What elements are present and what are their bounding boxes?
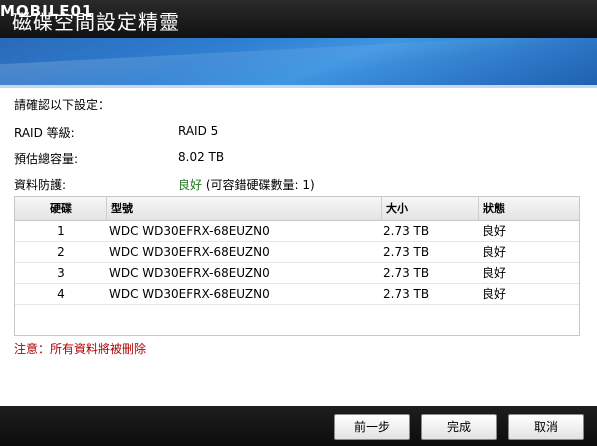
table-row[interactable]: 3 WDC WD30EFRX-68EUZN0 2.73 TB 良好 xyxy=(15,263,579,284)
header-disk: 硬碟 xyxy=(50,202,72,215)
confirm-heading: 請確認以下設定： xyxy=(14,98,111,112)
capacity-label: 預估總容量: xyxy=(14,152,79,166)
disk-size: 2.73 TB xyxy=(383,287,430,301)
finish-button[interactable]: 完成 xyxy=(421,414,497,440)
disk-number: 4 xyxy=(57,287,65,301)
protection-label: 資料防護: xyxy=(14,178,67,192)
disk-model: WDC WD30EFRX-68EUZN0 xyxy=(109,245,270,259)
disk-status: 良好 xyxy=(482,287,507,301)
disk-model: WDC WD30EFRX-68EUZN0 xyxy=(109,287,270,301)
disk-number: 3 xyxy=(57,266,65,280)
disk-size: 2.73 TB xyxy=(383,245,430,259)
disk-table: 硬碟 型號 大小 狀態 1 WDC WD30EFRX-68EUZN0 2.73 … xyxy=(14,196,580,336)
header-banner xyxy=(0,38,597,88)
capacity-value: 8.02 TB xyxy=(178,150,225,164)
disk-model: WDC WD30EFRX-68EUZN0 xyxy=(109,224,270,238)
table-row[interactable]: 1 WDC WD30EFRX-68EUZN0 2.73 TB 良好 xyxy=(15,221,579,242)
disk-size: 2.73 TB xyxy=(383,224,430,238)
header-size: 大小 xyxy=(381,197,480,220)
disk-number: 2 xyxy=(57,245,65,259)
disk-number: 1 xyxy=(57,224,65,238)
disk-status: 良好 xyxy=(482,266,507,280)
watermark-logo: MOBILE01 xyxy=(0,2,94,20)
title-bar: 磁碟空間設定精靈 MOBILE01 xyxy=(0,0,597,38)
back-button[interactable]: 前一步 xyxy=(334,414,410,440)
raid-level-label: RAID 等級: xyxy=(14,126,75,140)
data-deletion-warning: 注意：所有資料將被刪除 xyxy=(14,342,147,356)
table-row[interactable]: 2 WDC WD30EFRX-68EUZN0 2.73 TB 良好 xyxy=(15,242,579,263)
table-header: 硬碟 型號 大小 狀態 xyxy=(15,197,579,221)
disk-size: 2.73 TB xyxy=(383,266,430,280)
protection-status: 良好 xyxy=(178,178,203,192)
disk-status: 良好 xyxy=(482,245,507,259)
table-row[interactable]: 4 WDC WD30EFRX-68EUZN0 2.73 TB 良好 xyxy=(15,284,579,305)
disk-model: WDC WD30EFRX-68EUZN0 xyxy=(109,266,270,280)
wizard-content: 請確認以下設定： RAID 等級: RAID 5 預估總容量: 8.02 TB … xyxy=(0,88,597,406)
raid-level-value: RAID 5 xyxy=(178,124,219,138)
disk-status: 良好 xyxy=(482,224,507,238)
protection-value: 良好 (可容錯硬碟數量: 1) xyxy=(178,176,315,193)
cancel-button[interactable]: 取消 xyxy=(508,414,584,440)
header-model: 型號 xyxy=(106,197,381,220)
header-status: 狀態 xyxy=(478,197,579,220)
button-bar: 前一步 完成 取消 xyxy=(0,406,597,446)
protection-note: (可容錯硬碟數量: 1) xyxy=(205,178,315,192)
